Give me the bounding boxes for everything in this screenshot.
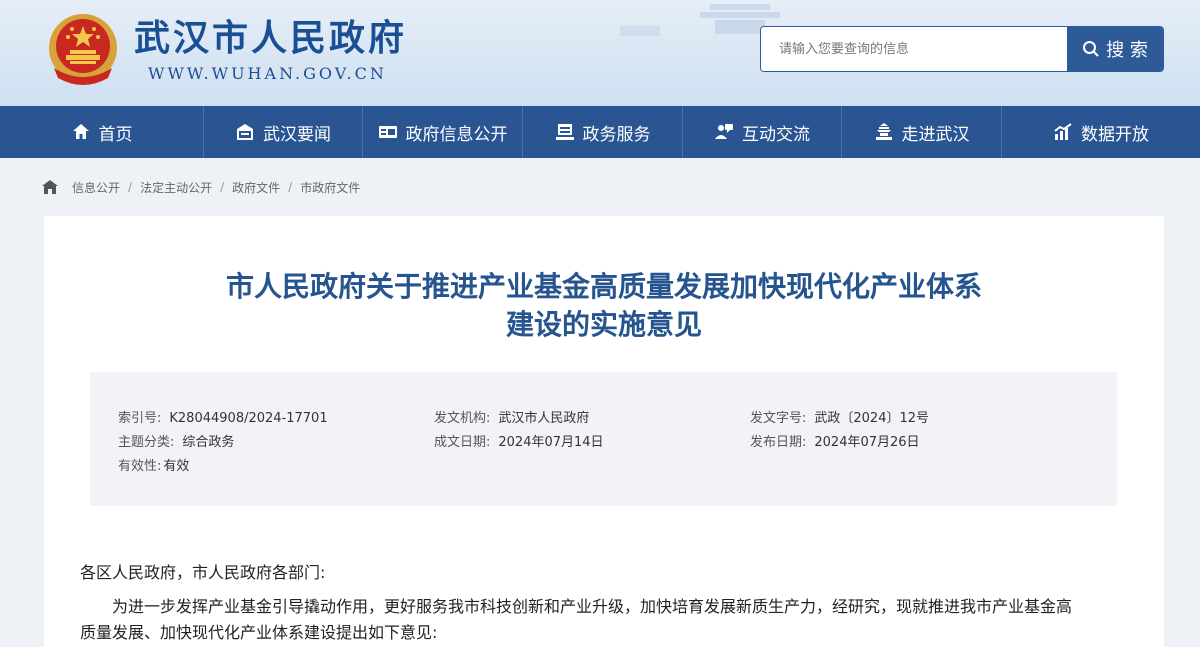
meta-validity: 有效性: 有效 (118, 458, 189, 476)
breadcrumb-item[interactable]: 市政府文件 (300, 179, 360, 196)
nav-label: 武汉要闻 (263, 124, 331, 145)
search-input[interactable] (761, 27, 1067, 71)
document-paragraph: 为进一步发挥产业基金引导撬动作用，更好服务我市科技创新和产业升级，加快培育发展新… (80, 594, 1130, 620)
meta-published-date: 发布日期: 2024年07月26日 (750, 434, 920, 452)
nav-item-info-disclosure[interactable]: 政府信息公开 (363, 106, 523, 158)
document-salutation: 各区人民政府，市人民政府各部门: (80, 563, 326, 582)
nav-item-explore-wuhan[interactable]: 走进武汉 (842, 106, 1002, 158)
home-icon[interactable] (42, 180, 58, 194)
breadcrumb-item[interactable]: 法定主动公开 (140, 179, 212, 196)
nav-label: 政务服务 (582, 124, 651, 145)
data-icon (1054, 123, 1072, 140)
main-nav: 首页 武汉要闻 政府信息公开 政务服务 互动交流 走进武汉 数据开放 (0, 106, 1200, 158)
breadcrumb-separator: / (128, 180, 133, 194)
service-icon (555, 124, 574, 140)
nav-item-home[interactable]: 首页 (0, 106, 204, 158)
document-card: 市人民政府关于推进产业基金高质量发展加快现代化产业体系 建设的实施意见 索引号:… (44, 216, 1164, 647)
meta-issuer: 发文机构: 武汉市人民政府 (434, 410, 589, 428)
nav-label: 互动交流 (742, 124, 810, 145)
search-box: 搜 索 (760, 26, 1164, 72)
chat-icon (715, 124, 733, 139)
meta-label: 发文机构: (434, 411, 491, 426)
document-metadata: 索引号: K28044908/2024-17701 发文机构: 武汉市人民政府 发文… (90, 372, 1117, 506)
site-header: 武汉市人民政府 WWW.WUHAN.GOV.CN 搜 索 (0, 0, 1200, 106)
news-icon (237, 124, 253, 140)
paragraph-text: 为进一步发挥产业基金引导撬动作用，更好服务我市科技创新和产业升级，加快培育发展新… (112, 597, 1073, 616)
meta-label: 发文字号: (750, 411, 807, 426)
site-title[interactable]: 武汉市人民政府 (134, 16, 407, 60)
document-title: 市人民政府关于推进产业基金高质量发展加快现代化产业体系 建设的实施意见 (44, 268, 1164, 344)
meta-label: 发布日期: (750, 435, 807, 450)
meta-value: K28044908/2024-17701 (169, 411, 328, 426)
search-icon (1083, 41, 1099, 57)
meta-value: 武政〔2024〕12号 (814, 411, 930, 426)
nav-item-open-data[interactable]: 数据开放 (1002, 106, 1200, 158)
meta-index-no: 索引号: K28044908/2024-17701 (118, 410, 328, 428)
site-url[interactable]: WWW.WUHAN.GOV.CN (148, 64, 387, 83)
meta-value: 有效 (163, 459, 190, 474)
nav-label: 首页 (98, 124, 133, 145)
city-icon (875, 123, 892, 140)
meta-label: 成文日期: (434, 435, 491, 450)
meta-value: 综合政务 (182, 435, 235, 450)
breadcrumb: 信息公开 / 法定主动公开 / 政府文件 / 市政府文件 (42, 176, 360, 198)
nav-item-gov-services[interactable]: 政务服务 (523, 106, 683, 158)
document-title-line: 市人民政府关于推进产业基金高质量发展加快现代化产业体系 (225, 270, 982, 303)
meta-doc-no: 发文字号: 武政〔2024〕12号 (750, 410, 929, 428)
meta-label: 主题分类: (118, 435, 175, 450)
breadcrumb-item[interactable]: 信息公开 (72, 179, 120, 196)
meta-value: 2024年07月26日 (814, 435, 920, 450)
document-title-line: 建设的实施意见 (505, 308, 702, 341)
search-button[interactable]: 搜 索 (1067, 27, 1163, 71)
nav-label: 政府信息公开 (405, 124, 508, 145)
document-paragraph-cont: 质量发展、加快现代化产业体系建设提出如下意见: (80, 620, 1130, 646)
meta-label: 索引号: (118, 411, 162, 426)
meta-value: 2024年07月14日 (498, 435, 604, 450)
nav-label: 数据开放 (1081, 124, 1149, 145)
meta-category: 主题分类: 综合政务 (118, 434, 234, 452)
search-button-label: 搜 索 (1106, 40, 1148, 61)
meta-value: 武汉市人民政府 (498, 411, 590, 426)
meta-label: 有效性: (118, 459, 162, 474)
breadcrumb-separator: / (220, 180, 225, 194)
nav-label: 走进武汉 (901, 124, 970, 145)
national-emblem-icon (49, 14, 117, 85)
nav-item-interaction[interactable]: 互动交流 (683, 106, 842, 158)
home-icon (72, 124, 89, 139)
breadcrumb-separator: / (288, 180, 293, 194)
nav-item-news[interactable]: 武汉要闻 (204, 106, 363, 158)
info-icon (378, 126, 397, 138)
paragraph-text: 质量发展、加快现代化产业体系建设提出如下意见: (80, 623, 438, 642)
meta-created-date: 成文日期: 2024年07月14日 (434, 434, 604, 452)
breadcrumb-item[interactable]: 政府文件 (232, 179, 280, 196)
